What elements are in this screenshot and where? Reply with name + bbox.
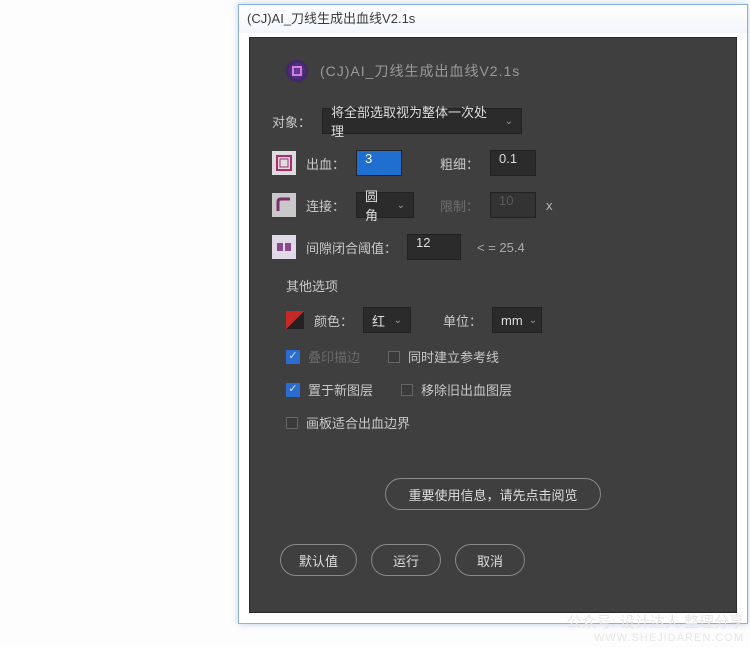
color-select[interactable]: 红 ⌄ (363, 307, 411, 333)
other-options-group: 其他选项 颜色： 红 ⌄ 单位： mm ⌄ ✓ 叠印描边 (272, 276, 714, 432)
header-title: (CJ)AI_刀线生成出血线V2.1s (320, 61, 520, 81)
bleed-icon (272, 151, 296, 175)
info-row: 重要使用信息，请先点击阅览 (272, 478, 714, 510)
color-swatch-icon (286, 311, 304, 329)
removeold-checkbox[interactable] (401, 384, 413, 396)
run-button[interactable]: 运行 (371, 544, 441, 576)
window-titlebar[interactable]: (CJ)AI_刀线生成出血线V2.1s (239, 5, 747, 33)
guide-label: 同时建立参考线 (408, 347, 499, 366)
newlayer-checkbox[interactable]: ✓ (286, 383, 300, 397)
default-button[interactable]: 默认值 (280, 544, 357, 576)
join-select[interactable]: 圆角 ⌄ (356, 192, 414, 218)
chevron-down-icon: ⌄ (529, 315, 537, 326)
gap-input[interactable]: 12 (407, 234, 461, 260)
watermark-line2: WWW.SHEJIDAREN.COM (566, 632, 744, 645)
window-title: (CJ)AI_刀线生成出血线V2.1s (247, 11, 415, 26)
join-select-value: 圆角 (365, 186, 391, 224)
unit-select[interactable]: mm ⌄ (492, 307, 542, 333)
gap-icon (272, 235, 296, 259)
limit-label: 限制： (440, 196, 480, 215)
newlayer-label: 置于新图层 (308, 380, 373, 399)
cb-row-1: ✓ 叠印描边 同时建立参考线 (286, 347, 714, 366)
panel-body: (CJ)AI_刀线生成出血线V2.1s 对象： 将全部选取视为整体一次处理 ⌄ … (249, 37, 737, 613)
gap-row: 间隙闭合阈值： 12 < = 25.4 (272, 234, 714, 260)
unit-label: 单位： (443, 311, 482, 330)
header: (CJ)AI_刀线生成出血线V2.1s (272, 60, 714, 82)
join-row: 连接： 圆角 ⌄ 限制： 10 x (272, 192, 714, 218)
bleed-input[interactable]: 3 (356, 150, 402, 176)
info-button[interactable]: 重要使用信息，请先点击阅览 (385, 478, 600, 510)
join-icon (272, 193, 296, 217)
footer-buttons: 默认值 运行 取消 (272, 544, 714, 576)
thickness-input[interactable]: 0.1 (490, 150, 536, 176)
limit-unit: x (546, 198, 553, 213)
chevron-down-icon: ⌄ (505, 116, 513, 127)
bleed-row: 出血： 3 粗细： 0.1 (272, 150, 714, 176)
overprint-label: 叠印描边 (308, 347, 360, 366)
cb-row-3: 画板适合出血边界 (286, 413, 714, 432)
chevron-down-icon: ⌄ (394, 315, 402, 326)
object-select-value: 将全部选取视为整体一次处理 (331, 102, 499, 140)
gap-hint: < = 25.4 (477, 240, 525, 255)
chevron-down-icon: ⌄ (397, 200, 405, 211)
overprint-checkbox: ✓ (286, 350, 300, 364)
cb-row-2: ✓ 置于新图层 移除旧出血图层 (286, 380, 714, 399)
other-options-title: 其他选项 (286, 276, 714, 295)
object-label: 对象： (272, 112, 312, 131)
limit-input: 10 (490, 192, 536, 218)
bleed-label: 出血： (306, 154, 346, 173)
logo-icon (286, 60, 308, 82)
dialog-window: (CJ)AI_刀线生成出血线V2.1s (CJ)AI_刀线生成出血线V2.1s … (238, 4, 748, 624)
thickness-label: 粗细： (440, 154, 480, 173)
object-row: 对象： 将全部选取视为整体一次处理 ⌄ (272, 108, 714, 134)
gap-label: 间隙闭合阈值： (306, 238, 397, 257)
artboard-checkbox[interactable] (286, 417, 298, 429)
color-label: 颜色： (314, 311, 353, 330)
cancel-button[interactable]: 取消 (455, 544, 525, 576)
color-unit-row: 颜色： 红 ⌄ 单位： mm ⌄ (286, 307, 714, 333)
guide-checkbox[interactable] (388, 351, 400, 363)
removeold-label: 移除旧出血图层 (421, 380, 512, 399)
join-label: 连接： (306, 196, 346, 215)
object-select[interactable]: 将全部选取视为整体一次处理 ⌄ (322, 108, 522, 134)
artboard-label: 画板适合出血边界 (306, 413, 410, 432)
